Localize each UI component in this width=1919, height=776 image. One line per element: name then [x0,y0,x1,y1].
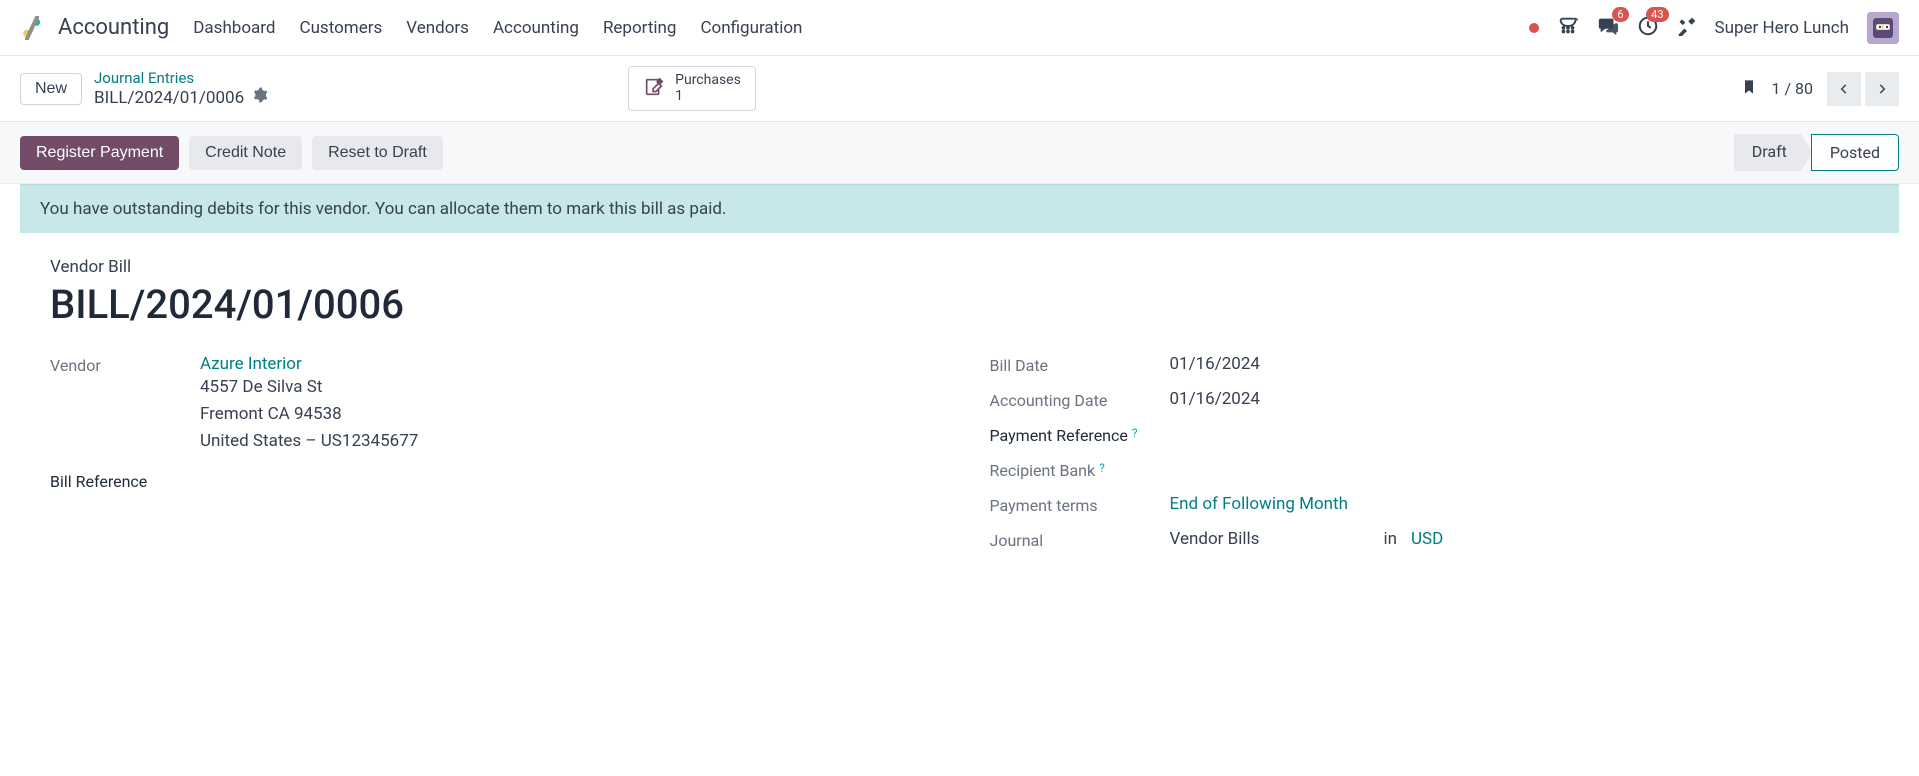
bill-reference-label: Bill Reference [50,470,200,491]
nav-reporting[interactable]: Reporting [603,18,677,38]
payment-reference-label: Payment Reference? [990,424,1170,445]
form-right-column: Bill Date 01/16/2024 Accounting Date 01/… [990,354,1870,564]
credit-note-button[interactable]: Credit Note [189,136,302,170]
help-icon[interactable]: ? [1132,426,1138,440]
status-bar: Register Payment Credit Note Reset to Dr… [0,122,1919,184]
status-pills: Draft Posted [1734,134,1899,171]
activity-clock-icon[interactable]: 43 [1637,15,1659,41]
nav-customers[interactable]: Customers [300,18,383,38]
vendor-label: Vendor [50,354,200,375]
smart-button-purchases[interactable]: Purchases 1 [628,66,756,111]
vendor-country: United States – US12345677 [200,428,930,455]
top-navbar: Accounting Dashboard Customers Vendors A… [0,0,1919,56]
recipient-bank-label-text: Recipient Bank [990,461,1096,480]
status-posted[interactable]: Posted [1811,134,1899,171]
bill-date-value[interactable]: 01/16/2024 [1170,354,1870,374]
form-left-column: Vendor Azure Interior 4557 De Silva St F… [50,354,930,564]
smart-button-label: Purchases [675,73,741,88]
status-draft[interactable]: Draft [1734,134,1813,171]
edit-icon [643,76,665,102]
app-logo-icon[interactable] [20,16,44,40]
journal-value: Vendor Bills in USD [1170,529,1870,549]
vendor-city: Fremont CA 94538 [200,401,930,428]
pager-buttons [1827,72,1899,106]
bookmark-icon[interactable] [1741,77,1757,101]
gear-icon[interactable] [252,87,268,108]
chat-icon[interactable]: 6 [1597,15,1619,41]
payment-reference-label-text: Payment Reference [990,426,1128,445]
breadcrumb-current: BILL/2024/01/0006 [94,87,268,108]
app-title[interactable]: Accounting [58,15,169,40]
new-button[interactable]: New [20,73,82,105]
register-payment-button[interactable]: Register Payment [20,136,179,170]
currency-value[interactable]: USD [1411,529,1443,549]
chat-badge: 6 [1612,7,1628,22]
breadcrumb-parent[interactable]: Journal Entries [94,69,268,87]
payment-terms-value[interactable]: End of Following Month [1170,494,1870,514]
nav-dashboard[interactable]: Dashboard [193,18,275,38]
bill-date-label: Bill Date [990,354,1170,375]
smart-button-count: 1 [675,89,741,104]
journal-name[interactable]: Vendor Bills [1170,529,1370,549]
help-icon[interactable]: ? [1099,461,1105,475]
main-nav: Dashboard Customers Vendors Accounting R… [193,18,802,38]
activity-badge: 43 [1646,7,1668,22]
tools-icon[interactable] [1677,16,1697,40]
payment-terms-label: Payment terms [990,494,1170,515]
accounting-date-label: Accounting Date [990,389,1170,410]
vendor-link[interactable]: Azure Interior [200,354,930,374]
in-label: in [1384,529,1398,549]
reset-to-draft-button[interactable]: Reset to Draft [312,136,443,170]
nav-vendors[interactable]: Vendors [406,18,469,38]
topbar-right: 6 43 Super Hero Lunch [1529,12,1899,44]
accounting-date-value[interactable]: 01/16/2024 [1170,389,1870,409]
document-type-label: Vendor Bill [50,257,1869,277]
breadcrumb: Journal Entries BILL/2024/01/0006 [94,69,268,108]
recipient-bank-label: Recipient Bank? [990,459,1170,480]
control-panel: New Journal Entries BILL/2024/01/0006 Pu… [0,56,1919,122]
pager-counter[interactable]: 1 / 80 [1771,79,1813,98]
journal-label: Journal [990,529,1170,550]
document-title: BILL/2024/01/0006 [50,281,1869,328]
phone-icon[interactable] [1557,15,1579,41]
user-avatar[interactable] [1867,12,1899,44]
vendor-street: 4557 De Silva St [200,374,930,401]
nav-accounting[interactable]: Accounting [493,18,579,38]
user-name[interactable]: Super Hero Lunch [1715,18,1849,38]
pager-prev-button[interactable] [1827,72,1861,106]
nav-configuration[interactable]: Configuration [700,18,802,38]
control-panel-right: 1 / 80 [1741,72,1899,106]
breadcrumb-current-text: BILL/2024/01/0006 [94,88,244,108]
outstanding-debits-notice: You have outstanding debits for this ven… [20,184,1899,233]
recording-indicator-icon [1529,23,1539,33]
form-sheet: Vendor Bill BILL/2024/01/0006 Vendor Azu… [0,233,1919,588]
pager-next-button[interactable] [1865,72,1899,106]
vendor-value: Azure Interior 4557 De Silva St Fremont … [200,354,930,456]
